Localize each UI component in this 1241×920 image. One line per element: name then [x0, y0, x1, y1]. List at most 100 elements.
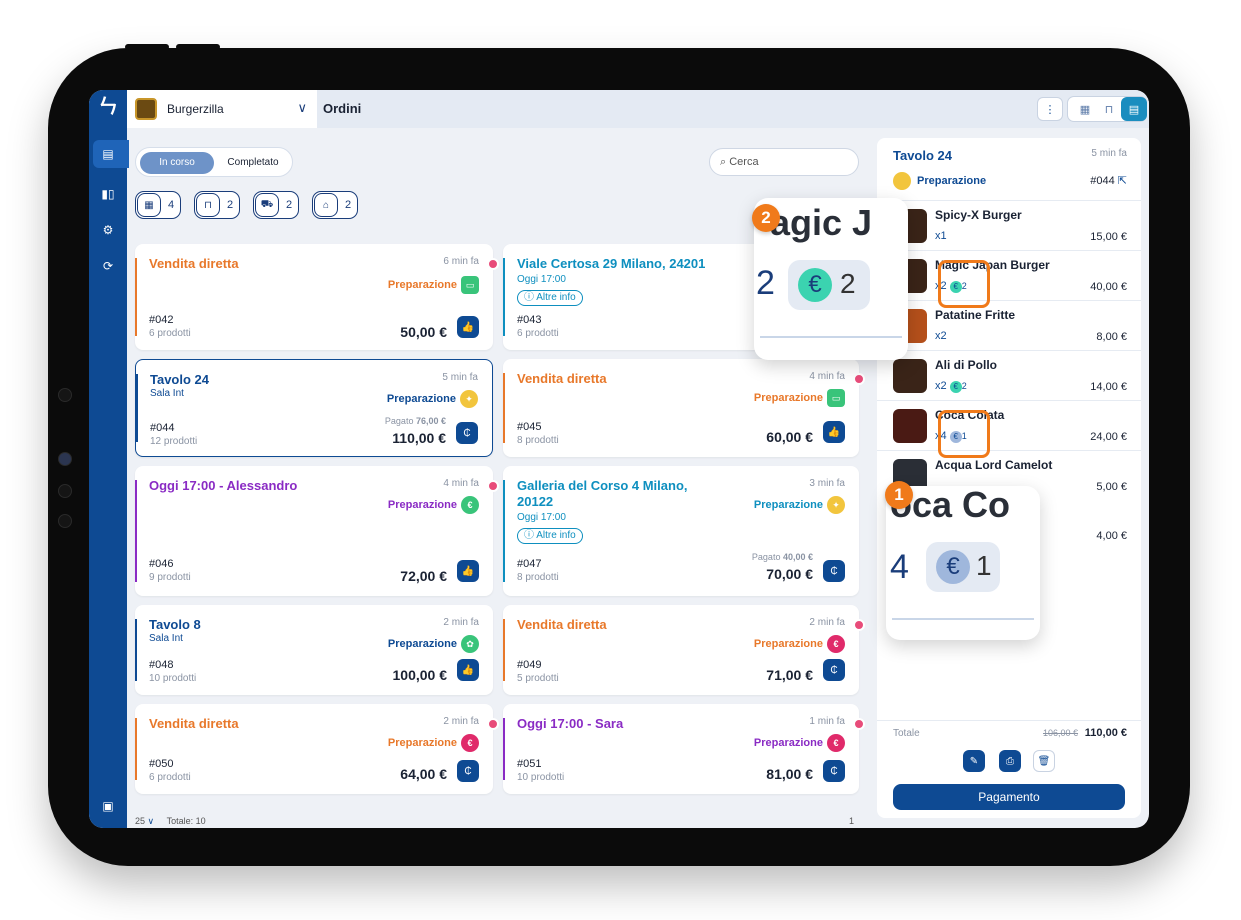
euro-icon: €	[798, 268, 832, 302]
paid-qty: 2	[961, 381, 967, 391]
product-name: Spicy-X Burger	[935, 208, 1022, 222]
payment-icon[interactable]: ₵	[456, 422, 478, 444]
order-line[interactable]: Spicy-X Burger x1 15,00 €	[877, 200, 1141, 250]
preparation-icon: ✦	[827, 496, 845, 514]
more-menu-button[interactable]: ⋮	[1037, 97, 1063, 121]
payment-icon[interactable]: ₵	[457, 760, 479, 782]
order-line[interactable]: Ali di Pollo x2 €2 14,00 €	[877, 350, 1141, 400]
order-number: #045	[517, 421, 542, 433]
confirm-icon[interactable]: 👍	[457, 560, 479, 582]
order-time: 1 min fa	[809, 716, 845, 727]
order-card[interactable]: Tavolo 8 Sala Int 2 min fa Preparazione ✿…	[135, 605, 493, 695]
pay-button[interactable]: Pagamento	[893, 784, 1125, 810]
status-label: Preparazione	[917, 175, 987, 187]
user-icon[interactable]: ▣	[95, 796, 121, 816]
filter-chip-delivery[interactable]: ⛟ 2	[253, 191, 300, 219]
order-amount: 60,00 €	[766, 429, 813, 445]
order-type-bar	[503, 258, 505, 336]
tab-in-progress[interactable]: In corso	[140, 152, 214, 174]
order-type-bar	[135, 480, 137, 582]
order-paid: Pagato 40,00 €	[752, 552, 813, 562]
order-card[interactable]: Galleria del Corso 4 Milano, 20122 Oggi …	[503, 466, 859, 596]
filter-chip-takeaway[interactable]: ⌂ 2	[312, 191, 359, 219]
order-products: 6 prodotti	[517, 328, 559, 339]
sidebar: ㄣ ▤ ▮▯ ⚙ ⟳ ▣	[89, 90, 129, 828]
order-card[interactable]: Oggi 17:00 - Alessandro 4 min fa Prepara…	[135, 466, 499, 596]
chip-count: 2	[345, 199, 352, 211]
notification-dot	[853, 619, 865, 631]
card-payment-icon: ▭	[461, 276, 479, 294]
chip-count: 2	[286, 199, 293, 211]
order-status: Preparazione ✿	[388, 635, 479, 653]
camera-lens	[58, 452, 72, 466]
divider	[877, 720, 1141, 721]
venue-name: Burgerzilla	[167, 102, 224, 116]
order-time: 4 min fa	[443, 478, 479, 489]
order-title: Tavolo 8	[149, 617, 201, 632]
order-line[interactable]: Coca Colata x4 €1 24,00 €	[877, 400, 1141, 450]
paid-amount: 76,00 €	[415, 416, 446, 426]
venue-selector[interactable]: Burgerzilla ∨	[127, 90, 317, 128]
paid-label: Pagato	[751, 552, 781, 562]
search-placeholder: Cerca	[729, 156, 759, 168]
order-card-selected[interactable]: Tavolo 24 Sala Int 5 min fa Preparazione…	[135, 359, 493, 457]
order-number: #042	[149, 314, 174, 326]
detail-title: Tavolo 24	[893, 148, 953, 163]
order-status: Preparazione ✦	[387, 390, 478, 408]
order-amount: 110,00 €	[392, 430, 446, 446]
order-card[interactable]: Vendita diretta 6 min fa Preparazione ▭ #…	[135, 244, 499, 350]
orders-icon[interactable]: ▤	[95, 144, 121, 164]
order-detail-panel: Tavolo 24 5 min fa Preparazione #044 ⇱ S…	[877, 138, 1141, 818]
table-view-button[interactable]: ⊓	[1096, 97, 1122, 121]
order-title: Viale Certosa 29 Milano, 24201	[517, 256, 706, 271]
tab-completed[interactable]: Completato	[216, 152, 290, 174]
edit-icon[interactable]: ✎	[963, 750, 985, 772]
order-products: 8 prodotti	[517, 572, 559, 583]
confirm-icon[interactable]: 👍	[823, 421, 845, 443]
filter-chip-table[interactable]: ⊓ 2	[194, 191, 241, 219]
list-view-button[interactable]: ▤	[1121, 97, 1147, 121]
notification-dot	[487, 258, 499, 270]
preparation-icon	[893, 172, 911, 190]
filter-chip-register[interactable]: ▦ 4	[135, 191, 182, 219]
chip-count: 4	[168, 199, 175, 211]
order-line[interactable]: Magic Japan Burger x2 €2 40,00 €	[877, 250, 1141, 300]
payment-icon[interactable]: ₵	[823, 560, 845, 582]
order-number: #046	[149, 558, 174, 570]
order-number: #044	[1090, 175, 1115, 187]
status-label: Preparazione	[753, 737, 823, 749]
payment-icon[interactable]: ₵	[823, 659, 845, 681]
chip-count: 2	[227, 199, 234, 211]
order-amount: 50,00 €	[400, 324, 447, 340]
search-icon: ⌕	[720, 156, 730, 168]
page-size-select[interactable]: 25	[135, 816, 145, 826]
takeaway-icon: ⌂	[314, 193, 338, 217]
register-view-button[interactable]: ▦	[1072, 97, 1098, 121]
order-card[interactable]: Oggi 17:00 - Sara 1 min fa Preparazione €…	[503, 704, 865, 794]
order-time: 5 min fa	[442, 372, 478, 383]
more-info-button[interactable]: ⓘ Altre info	[517, 290, 583, 306]
stats-icon[interactable]: ▮▯	[95, 184, 121, 204]
order-card[interactable]: Vendita diretta 2 min fa Preparazione € #…	[503, 605, 865, 695]
more-info-button[interactable]: ⓘ Altre info	[517, 528, 583, 544]
confirm-icon[interactable]: 👍	[457, 659, 479, 681]
payment-icon[interactable]: ₵	[823, 760, 845, 782]
order-line[interactable]: Patatine Fritte x2 8,00 €	[877, 300, 1141, 350]
order-type-bar	[136, 374, 138, 442]
product-price: 40,00 €	[1090, 281, 1127, 293]
status-label: Preparazione	[753, 499, 823, 511]
confirm-icon[interactable]: 👍	[457, 316, 479, 338]
order-card[interactable]: Vendita diretta 4 min fa Preparazione ▭ #…	[503, 359, 865, 457]
settings-icon[interactable]: ⚙	[95, 220, 121, 240]
sensor-dot	[58, 484, 72, 498]
print-icon[interactable]: ⎙	[999, 750, 1021, 772]
trash-icon[interactable]: 🗑	[1033, 750, 1055, 772]
order-number: #049	[517, 659, 542, 671]
divider	[892, 618, 1034, 620]
paid-euro-icon: €	[949, 381, 962, 393]
sync-icon[interactable]: ⟳	[95, 256, 121, 276]
pagination: 25 ∨ Totale: 10 1	[135, 816, 854, 827]
order-card[interactable]: Vendita diretta 2 min fa Preparazione € #…	[135, 704, 499, 794]
search-input[interactable]: ⌕ Cerca	[709, 148, 859, 176]
share-icon[interactable]: ⇱	[1118, 175, 1127, 187]
